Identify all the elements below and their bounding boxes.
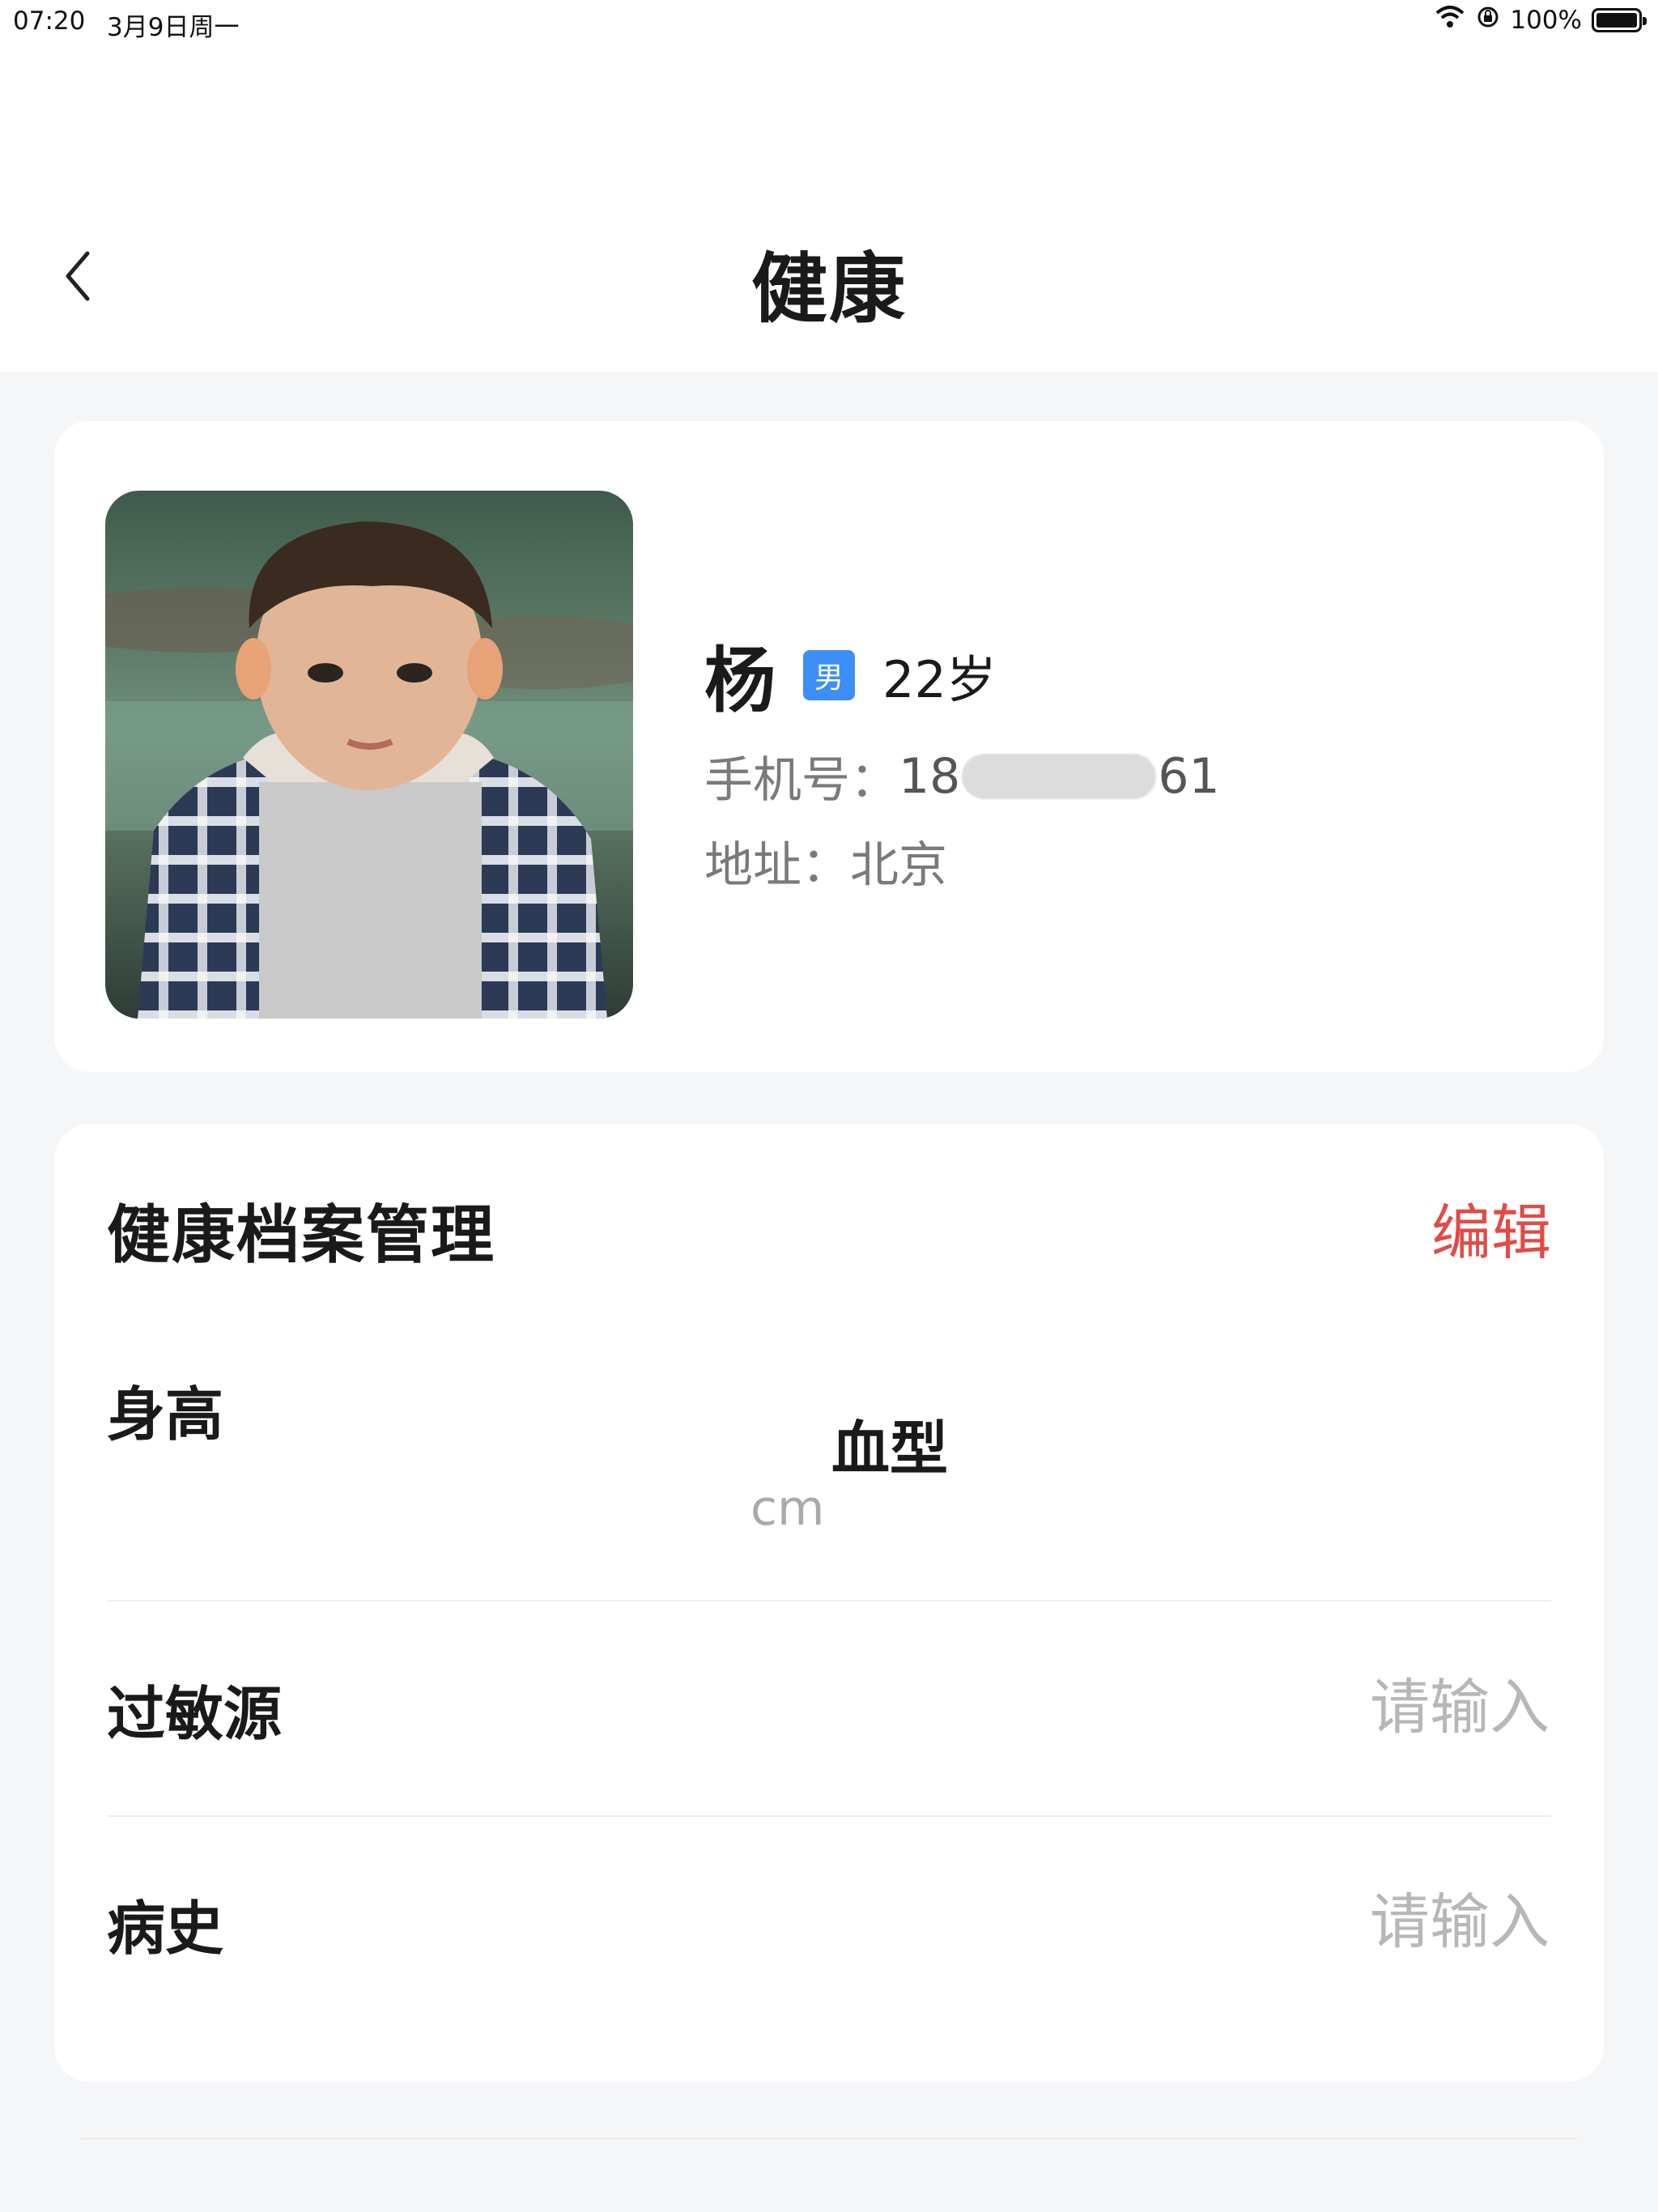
divider — [107, 1815, 1551, 1817]
allergy-label: 过敏源 — [107, 1680, 283, 1748]
address-label: 地址： — [704, 837, 850, 894]
profile-card: 杨 男 22岁 手机号： 18 61 地址：北京 — [54, 421, 1604, 1072]
battery-percent: 100% — [1510, 6, 1582, 35]
battery-icon — [1592, 8, 1647, 32]
battery-fill — [1596, 13, 1637, 28]
gender-badge: 男 — [803, 649, 856, 700]
nav-bar: 健康 — [0, 45, 1658, 372]
status-time: 07:20 — [13, 6, 86, 36]
lock-rotation-icon — [1476, 5, 1500, 36]
avatar[interactable] — [105, 491, 633, 1019]
page-title: 健康 — [750, 245, 907, 334]
phone-line: 手机号： 18 61 — [704, 741, 1220, 811]
bottom-divider — [81, 2138, 1577, 2140]
medical-history-label: 病史 — [107, 1895, 224, 1963]
height-label: 身高 — [107, 1380, 224, 1448]
wifi-icon — [1434, 5, 1466, 36]
allergy-input[interactable] — [1062, 1666, 1551, 1749]
divider — [107, 1600, 1551, 1602]
user-age: 22岁 — [882, 649, 997, 709]
address-value: 北京 — [850, 837, 947, 894]
status-bar: 07:20 3月9日周一 100% — [0, 0, 1658, 45]
health-records-card: 健康档案管理 编辑 身高 血型 cm 过敏源 病史 — [54, 1124, 1604, 2082]
phone-redaction — [962, 753, 1157, 799]
height-unit: cm — [750, 1480, 825, 1537]
edit-button[interactable]: 编辑 — [1431, 1185, 1551, 1271]
phone-suffix: 61 — [1158, 747, 1220, 805]
user-name: 杨 — [704, 639, 776, 722]
medical-history-input[interactable] — [1062, 1881, 1551, 1963]
phone-label: 手机号： — [704, 752, 899, 809]
address-line: 地址：北京 — [704, 826, 947, 896]
blood-type-label: 血型 — [831, 1414, 949, 1482]
status-date: 3月9日周一 — [107, 13, 240, 42]
status-right: 100% — [1434, 5, 1647, 36]
section-title: 健康档案管理 — [107, 1199, 496, 1272]
phone-prefix: 18 — [899, 747, 961, 805]
name-row: 杨 男 22岁 — [704, 623, 997, 726]
